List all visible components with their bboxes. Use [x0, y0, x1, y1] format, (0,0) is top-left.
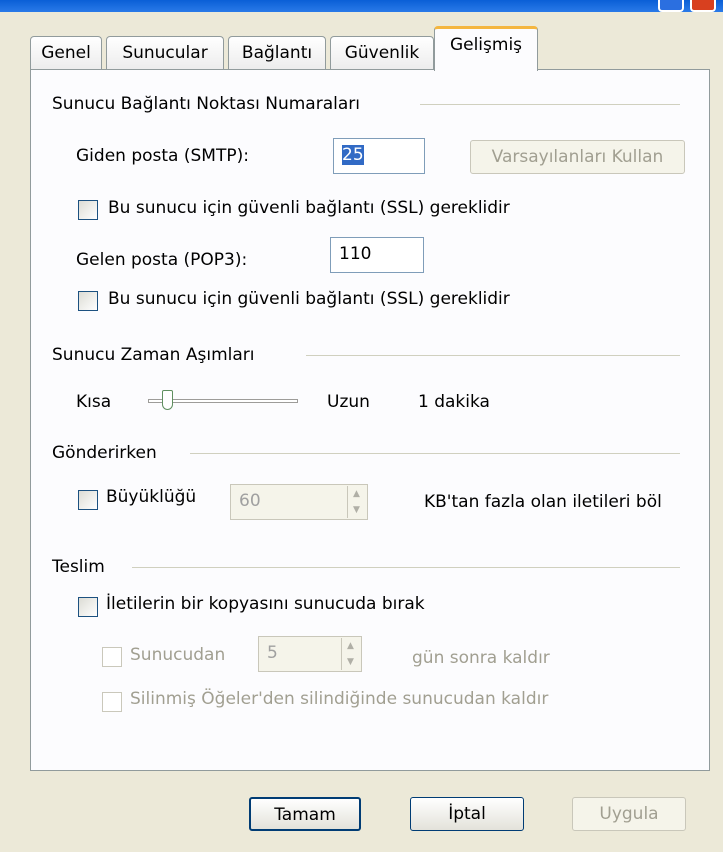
split-size-label: Büyüklüğü — [106, 487, 197, 507]
split-size-input[interactable]: 60 ▲ ▼ — [230, 484, 368, 520]
remove-after-label: Sunucudan — [130, 645, 226, 665]
remove-after-checkbox[interactable] — [102, 647, 122, 667]
smtp-ssl-checkbox[interactable] — [78, 200, 98, 220]
tab-gelismis[interactable]: Gelişmiş — [434, 26, 538, 71]
tab-label: Bağlantı — [241, 43, 313, 63]
keep-copy-label: İletilerin bir kopyasını sunucuda bırak — [106, 594, 425, 614]
cancel-button[interactable]: İptal — [410, 797, 524, 831]
timeout-short-label: Kısa — [76, 392, 112, 412]
smtp-ssl-label: Bu sunucu için güvenli bağlantı (SSL) ge… — [108, 198, 510, 218]
use-defaults-button[interactable]: Varsayılanları Kullan — [470, 140, 685, 174]
tab-label: Sunucular — [122, 43, 208, 63]
sending-group-title: Gönderirken — [52, 443, 157, 463]
timeout-value: 1 dakika — [418, 392, 490, 412]
keep-copy-checkbox[interactable] — [78, 597, 98, 617]
tab-genel[interactable]: Genel — [30, 36, 102, 70]
timeout-slider-thumb[interactable] — [161, 390, 173, 410]
group-divider — [420, 104, 680, 105]
split-size-spinner[interactable]: ▲ ▼ — [347, 486, 365, 518]
pop3-label: Gelen posta (POP3): — [76, 250, 248, 270]
timeout-long-label: Uzun — [327, 392, 370, 412]
tab-label: Genel — [41, 43, 91, 63]
tab-guvenlik[interactable]: Güvenlik — [330, 36, 434, 70]
remove-deleted-label: Silinmiş Öğeler'den silindiğinde sunucud… — [130, 689, 549, 709]
spin-up-icon[interactable]: ▲ — [342, 638, 359, 654]
timeouts-group-title: Sunucu Zaman Aşımları — [52, 345, 255, 365]
smtp-port-value: 25 — [342, 145, 364, 165]
split-messages-checkbox[interactable] — [78, 490, 98, 510]
remove-after-days-input[interactable]: 5 ▲ ▼ — [258, 636, 362, 672]
apply-button[interactable]: Uygula — [572, 797, 686, 831]
group-divider — [306, 355, 680, 356]
spin-up-icon[interactable]: ▲ — [348, 486, 365, 502]
group-divider — [132, 567, 680, 568]
ports-group-title: Sunucu Bağlantı Noktası Numaraları — [52, 94, 360, 114]
ok-button[interactable]: Tamam — [249, 797, 361, 831]
spin-down-icon[interactable]: ▼ — [342, 654, 359, 670]
tab-label: Gelişmiş — [449, 35, 523, 55]
split-size-value: 60 — [239, 491, 261, 511]
tab-label: Güvenlik — [344, 43, 420, 63]
split-size-suffix: KB'tan fazla olan iletileri böl — [424, 492, 662, 512]
pop3-port-input[interactable]: 110 — [330, 237, 424, 273]
pop3-ssl-checkbox[interactable] — [78, 291, 98, 311]
pop3-ssl-label: Bu sunucu için güvenli bağlantı (SSL) ge… — [108, 289, 510, 309]
remove-after-suffix: gün sonra kaldır — [412, 648, 550, 668]
close-button[interactable] — [690, 0, 716, 12]
delivery-group-title: Teslim — [52, 557, 105, 577]
group-divider — [190, 453, 680, 454]
tab-baglanti[interactable]: Bağlantı — [228, 36, 326, 70]
remove-after-spinner[interactable]: ▲ ▼ — [341, 638, 359, 670]
remove-deleted-checkbox[interactable] — [102, 692, 122, 712]
minimize-button[interactable] — [658, 0, 684, 12]
spin-down-icon[interactable]: ▼ — [348, 502, 365, 518]
smtp-port-input[interactable]: 25 — [333, 138, 425, 174]
advanced-panel — [30, 69, 710, 771]
window-titlebar — [0, 0, 723, 12]
pop3-port-value: 110 — [339, 244, 372, 264]
smtp-label: Giden posta (SMTP): — [76, 146, 249, 166]
tab-sunucular[interactable]: Sunucular — [106, 36, 224, 70]
remove-after-days-value: 5 — [267, 643, 278, 663]
